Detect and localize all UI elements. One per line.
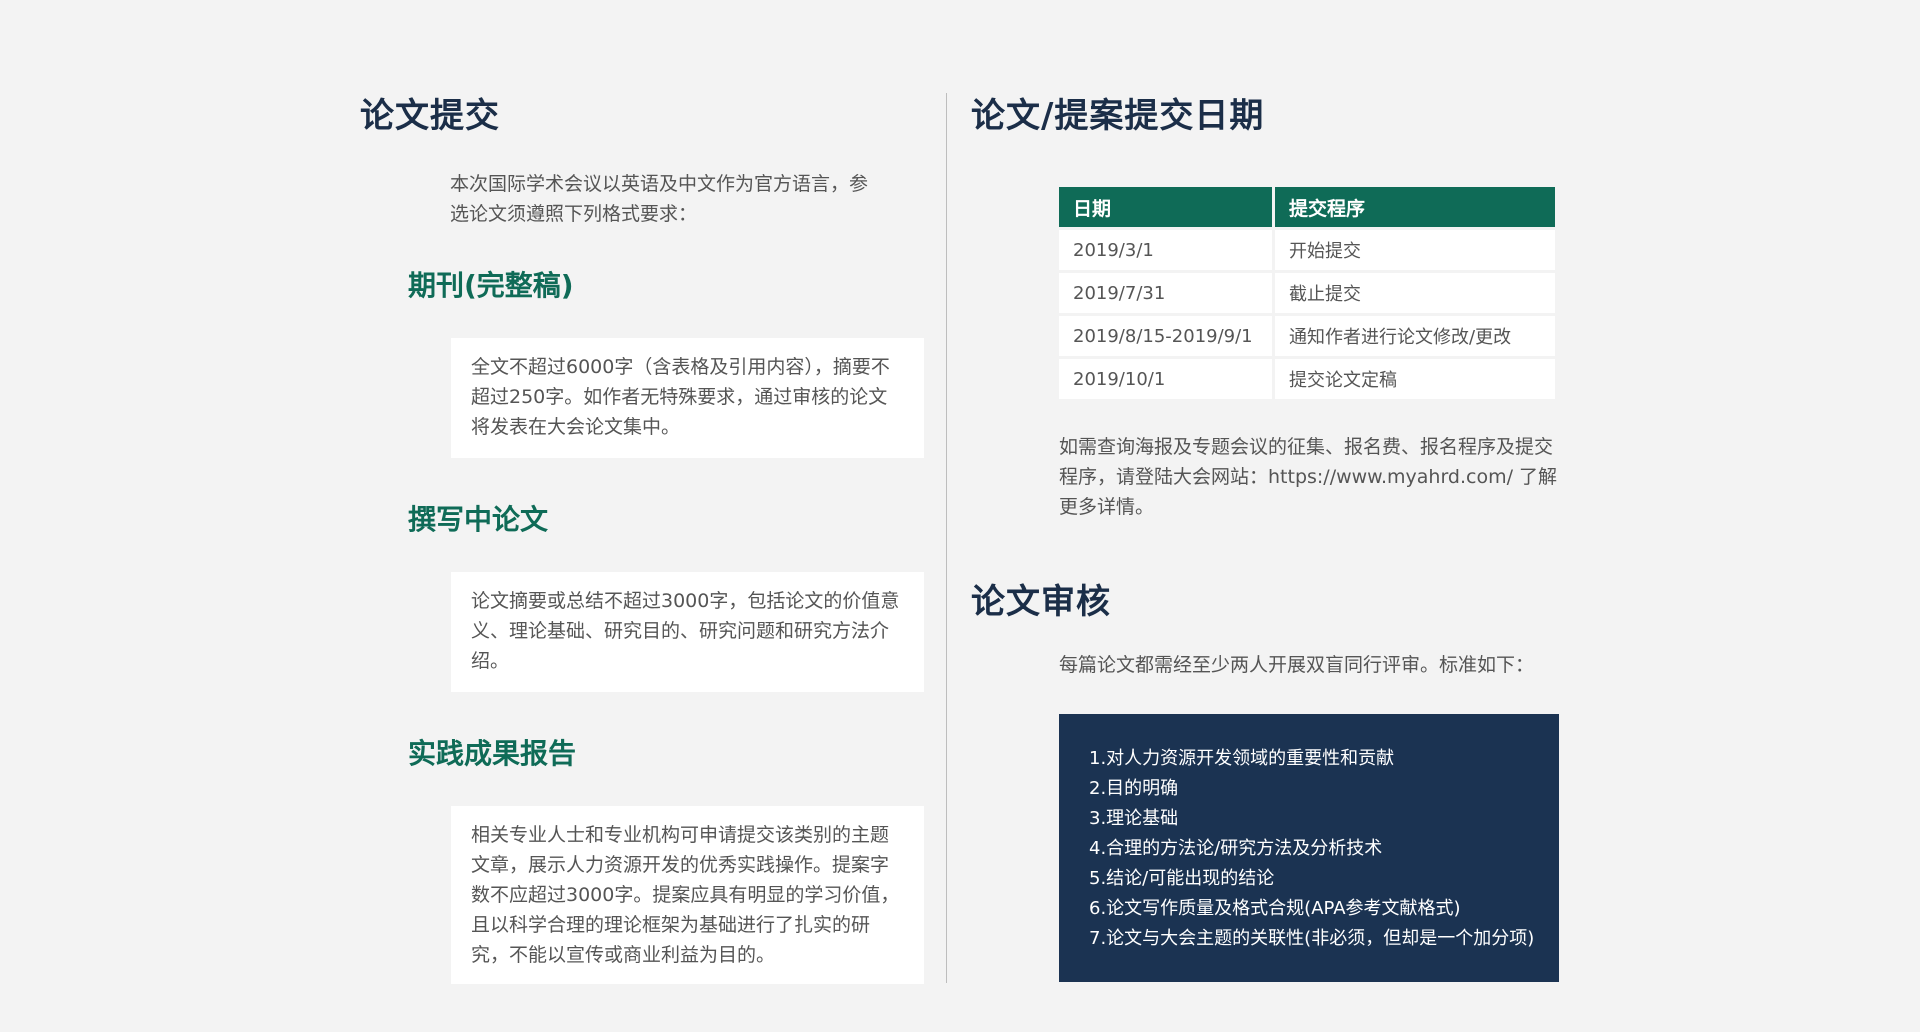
table-row: 2019/7/31 截止提交 [1059, 273, 1555, 313]
criteria-item: 5.结论/可能出现的结论 [1089, 868, 1275, 889]
journal-card: 全文不超过6000字（含表格及引用内容），摘要不超过250字。如作者无特殊要求，… [451, 338, 924, 458]
table-cell-date: 2019/7/31 [1059, 273, 1272, 313]
in-progress-card: 论文摘要或总结不超过3000字，包括论文的价值意义、理论基础、研究目的、研究问题… [451, 572, 924, 692]
paper-submission-title: 论文提交 [360, 96, 500, 136]
submission-dates-title: 论文/提案提交日期 [971, 96, 1265, 136]
criteria-item: 7.论文与大会主题的关联性(非必须，但却是一个加分项) [1089, 928, 1535, 949]
website-note: 如需查询海报及专题会议的征集、报名费、报名程序及提交程序，请登陆大会网站：htt… [1059, 436, 1558, 518]
criteria-item: 2.目的明确 [1089, 778, 1179, 799]
table-cell-procedure: 截止提交 [1275, 273, 1555, 313]
table-header-procedure: 提交程序 [1275, 187, 1555, 227]
review-criteria-panel: 1.对人力资源开发领域的重要性和贡献 2.目的明确 3.理论基础 4.合理的方法… [1059, 714, 1559, 982]
paper-review-title: 论文审核 [971, 582, 1111, 622]
table-row: 2019/10/1 提交论文定稿 [1059, 359, 1555, 399]
submission-intro: 本次国际学术会议以英语及中文作为官方语言，参选论文须遵照下列格式要求： [450, 173, 869, 225]
practice-report-card: 相关专业人士和专业机构可申请提交该类别的主题文章，展示人力资源开发的优秀实践操作… [451, 806, 924, 984]
in-progress-heading: 撰写中论文 [408, 503, 549, 536]
page: 论文提交 本次国际学术会议以英语及中文作为官方语言，参选论文须遵照下列格式要求：… [0, 0, 1920, 1032]
review-intro: 每篇论文都需经至少两人开展双盲同行评审。标准如下： [1059, 654, 1535, 676]
practice-report-heading: 实践成果报告 [408, 737, 577, 770]
table-cell-procedure: 通知作者进行论文修改/更改 [1275, 316, 1555, 356]
table-cell-procedure: 开始提交 [1275, 230, 1555, 270]
table-row: 2019/3/1 开始提交 [1059, 230, 1555, 270]
criteria-item: 3.理论基础 [1089, 808, 1179, 829]
criteria-item: 4.合理的方法论/研究方法及分析技术 [1089, 838, 1383, 859]
table-header-date: 日期 [1059, 187, 1272, 227]
column-divider [946, 93, 947, 983]
table-cell-date: 2019/10/1 [1059, 359, 1272, 399]
table-cell-procedure: 提交论文定稿 [1275, 359, 1555, 399]
review-criteria-list: 1.对人力资源开发领域的重要性和贡献 2.目的明确 3.理论基础 4.合理的方法… [1089, 744, 1535, 954]
table-row: 2019/8/15-2019/9/1 通知作者进行论文修改/更改 [1059, 316, 1555, 356]
journal-heading: 期刊(完整稿) [408, 269, 574, 302]
submission-dates-table: 日期 提交程序 2019/3/1 开始提交 2019/7/31 截止提交 201… [1056, 184, 1558, 402]
table-header-row: 日期 提交程序 [1059, 187, 1555, 227]
table-cell-date: 2019/3/1 [1059, 230, 1272, 270]
criteria-item: 6.论文写作质量及格式合规(APA参考文献格式) [1089, 898, 1461, 919]
table-cell-date: 2019/8/15-2019/9/1 [1059, 316, 1272, 356]
criteria-item: 1.对人力资源开发领域的重要性和贡献 [1089, 748, 1395, 769]
